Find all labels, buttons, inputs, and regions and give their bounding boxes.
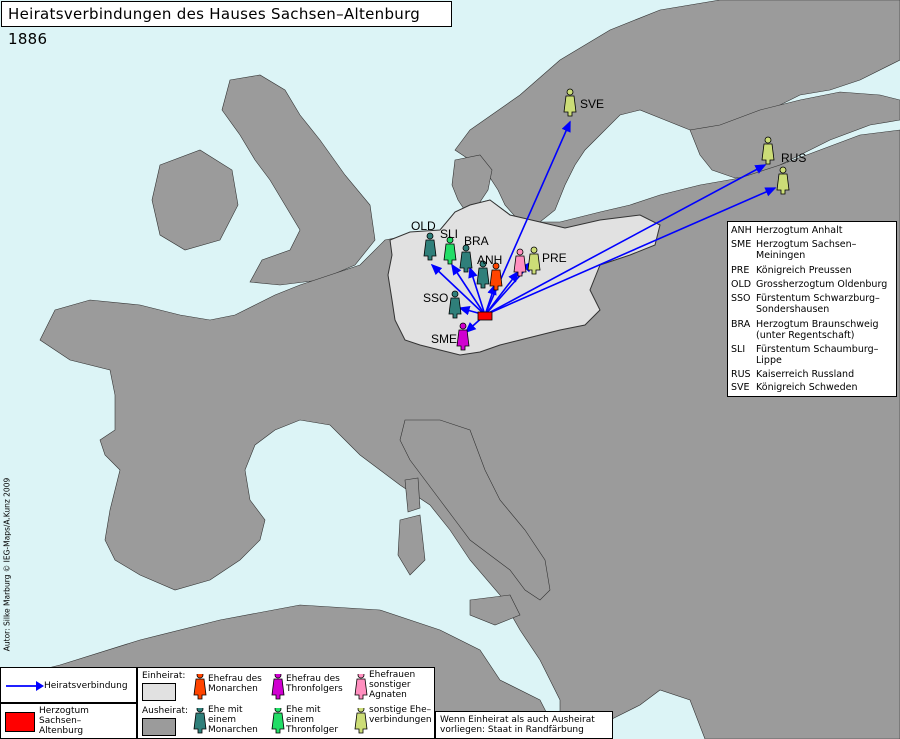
married-heir-icon — [271, 708, 285, 734]
sardinia-landmass — [397, 514, 426, 576]
ireland-landmass — [151, 149, 239, 251]
monarch-wife-icon — [193, 674, 207, 700]
abbr-row: OLD Grossherzogtum Oldenburg — [731, 279, 888, 290]
ausheirat-label: Ausheirat: — [142, 706, 189, 716]
heir-wife-label: Ehefrau des Thronfolgers — [286, 674, 343, 694]
legend-arrow-box: Heiratsverbindung — [0, 667, 137, 703]
home-legend-label: Herzogtum Sachsen– Altenburg — [39, 706, 89, 736]
agnate-wife-icon — [354, 674, 368, 700]
abbr-row: ANH Herzogtum Anhalt — [731, 225, 843, 236]
married-monarch-label: Ehe mit einem Monarchen — [208, 705, 258, 735]
label-pre: PRE — [542, 251, 567, 265]
label-anh: ANH — [477, 253, 502, 267]
abbr-row: SSO Fürstentum Schwarzburg–Sondershausen — [731, 293, 880, 315]
legend-marriage-box: Einheirat: Ausheirat: Ehefrau des Monarc… — [137, 667, 435, 739]
label-rus: RUS — [781, 151, 806, 165]
legend-home-box: Herzogtum Sachsen– Altenburg — [0, 703, 137, 739]
abbreviation-legend: ANH Herzogtum Anhalt SME Herzogtum Sachsen… — [727, 221, 897, 397]
label-sve: SVE — [580, 97, 604, 111]
corsica-landmass — [404, 477, 421, 513]
married-monarch-icon — [193, 708, 207, 734]
einheirat-swatch — [142, 683, 176, 701]
legend-note-box: Wenn Einheirat als auch Ausheirat vorlie… — [435, 711, 613, 739]
label-sli: SLI — [440, 227, 458, 241]
sachsen-altenburg-swatch — [5, 712, 35, 732]
abbr-row: SME Herzogtum Sachsen–Meiningen — [731, 239, 857, 261]
legend-note: Wenn Einheirat als auch Ausheirat vorlie… — [440, 715, 595, 735]
abbr-row: SVE Königreich Schweden — [731, 382, 858, 393]
label-old: OLD — [411, 219, 436, 233]
abbr-row: RUS Kaiserreich Russland — [731, 369, 855, 380]
arrow-icon — [6, 681, 44, 691]
heir-wife-icon — [271, 674, 285, 700]
married-heir-label: Ehe mit einem Thronfolger — [286, 705, 339, 735]
abbr-row: BRA Herzogtum Braunschweig (unter Regents… — [731, 319, 879, 341]
map-title: Heiratsverbindungen des Hauses Sachsen–A… — [1, 1, 452, 48]
einheirat-label: Einheirat: — [142, 671, 186, 681]
ausheirat-swatch — [142, 718, 176, 736]
great-britain-landmass — [221, 74, 376, 286]
sicily-landmass — [469, 594, 521, 626]
abbr-row: SLI Fürstentum Schaumburg–Lippe — [731, 344, 879, 366]
label-sme: SME — [431, 332, 457, 346]
abbr-row: PRE Königreich Preussen — [731, 265, 852, 276]
other-marriage-label: sonstige Ehe– verbindungen — [369, 705, 432, 725]
map-stage: OLD SLI BRA ANH PRE SSO SME SVE RUS Heir… — [0, 0, 900, 739]
label-sso: SSO — [423, 291, 448, 305]
label-bra: BRA — [464, 234, 489, 248]
sachsen-altenburg-marker — [477, 311, 493, 321]
arrow-legend-label: Heiratsverbindung — [44, 681, 128, 691]
other-marriage-icon — [354, 708, 368, 734]
author-credit: Autor: Silke Marburg © IEG-Maps/A.Kunz 2… — [2, 477, 12, 652]
monarch-wife-label: Ehefrau des Monarchen — [208, 674, 262, 694]
agnate-wife-label: Ehefrauen sonstiger Agnaten — [369, 670, 416, 700]
